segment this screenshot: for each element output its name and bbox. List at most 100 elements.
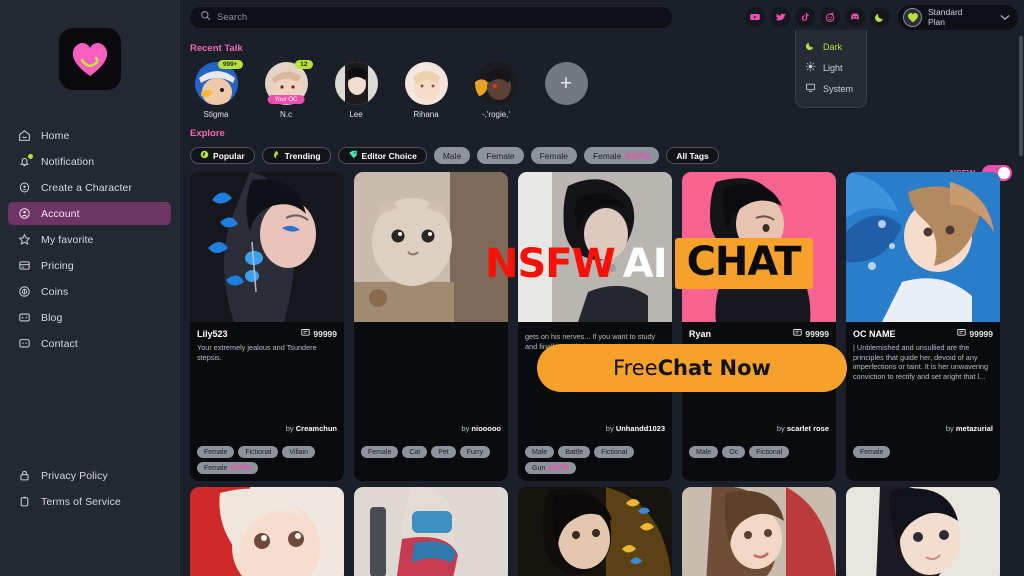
monitor-icon (805, 82, 816, 95)
filter-female-2[interactable]: Female (530, 147, 577, 164)
logo-container (0, 28, 179, 90)
card-tag[interactable]: Fictional (594, 446, 635, 458)
tag-label: Oc (729, 448, 739, 456)
filter-label: Editor Choice (361, 150, 417, 161)
card-tag[interactable]: Villain (282, 446, 315, 458)
character-card[interactable]: Ryan 99999 You've been asked to be Ryan'… (682, 172, 836, 481)
add-recent-talk[interactable]: + (542, 62, 590, 119)
sidebar-item-contact[interactable]: Contact (8, 332, 171, 355)
character-card[interactable] (846, 487, 1000, 576)
filter-all-tags[interactable]: All Tags (666, 147, 719, 164)
sidebar-item-pricing[interactable]: Pricing (8, 254, 171, 277)
plus-icon[interactable]: + (544, 62, 588, 105)
filter-female-1[interactable]: Female (477, 147, 524, 164)
tag-label: Male (532, 448, 548, 456)
recent-talk-item[interactable]: -,'rogie,' (472, 62, 520, 119)
youtube-icon[interactable] (745, 7, 765, 27)
sidebar-item-label: My favorite (41, 233, 94, 246)
character-card[interactable]: gets on his nerves... If you want to stu… (518, 172, 672, 481)
pink-heart-logo[interactable] (58, 28, 121, 90)
filter-editor-choice[interactable]: Editor Choice (337, 147, 427, 164)
your-oc-badge: Your OC (267, 95, 305, 104)
sidebar-item-coins[interactable]: Coins (8, 280, 171, 303)
sidebar-item-notification[interactable]: Notification (8, 150, 171, 173)
character-grid-row-1: Lily523 99999 Your extremely jealous and… (180, 164, 1024, 481)
clipboard-icon (18, 495, 31, 508)
filter-female-nsfw[interactable]: Female NSFW (583, 147, 660, 164)
filter-trending[interactable]: Trending (261, 147, 331, 164)
card-tag[interactable]: Female (197, 446, 235, 458)
discord-icon[interactable] (845, 7, 865, 27)
card-author: by niooooo (361, 424, 501, 433)
theme-option-system[interactable]: System (796, 78, 866, 99)
sidebar-item-privacy-policy[interactable]: Privacy Policy (8, 464, 171, 487)
free-chat-now-button[interactable]: Free Chat Now (537, 344, 847, 392)
card-tag[interactable]: Fictional (238, 446, 279, 458)
character-card[interactable] (682, 487, 836, 576)
character-card[interactable]: Lily523 99999 Your extremely jealous and… (190, 172, 344, 481)
reddit-icon[interactable] (820, 7, 840, 27)
sidebar-item-create-a-character[interactable]: Create a Character (8, 176, 171, 199)
page-scrollbar[interactable] (1019, 36, 1023, 156)
plan-line-1: Standard (928, 7, 963, 17)
sidebar-item-label: Contact (41, 337, 78, 350)
card-tag[interactable]: Male (525, 446, 555, 458)
card-tag[interactable]: Female (361, 446, 399, 458)
sidebar-item-terms-of-service[interactable]: Terms of Service (8, 490, 171, 513)
author-name: scarlet rose (786, 424, 829, 433)
card-tag[interactable]: Female (853, 446, 891, 458)
theme-option-light[interactable]: Light (796, 57, 866, 78)
card-chat-count: 99999 (957, 328, 993, 339)
twitter-icon[interactable] (770, 7, 790, 27)
recent-talk-item[interactable]: 12 Your OC N.c (262, 60, 313, 119)
card-tag[interactable]: Pet (431, 446, 456, 458)
tag-label: Fictional (756, 448, 783, 456)
card-tag[interactable]: Gun NSFW (525, 462, 576, 474)
tag-label: Female (860, 448, 884, 456)
sidebar-footer: Privacy Policy Terms of Service (0, 464, 179, 516)
card-tag[interactable]: Oc (722, 446, 746, 458)
recent-talk-item[interactable]: Lee (332, 62, 380, 119)
tiktok-icon[interactable] (795, 7, 815, 27)
card-tag[interactable]: Furry (459, 446, 491, 458)
card-tag[interactable]: Male (689, 446, 719, 458)
character-card[interactable]: OC NAME 99999 | Unblemished and unsullie… (846, 172, 1000, 481)
sidebar-item-my-favorite[interactable]: My favorite (8, 228, 171, 251)
blog-icon (18, 311, 31, 324)
plan-selector[interactable]: Standard Plan (898, 4, 1018, 30)
search-input[interactable]: Search (217, 12, 247, 23)
card-tag[interactable]: Fictional (749, 446, 790, 458)
card-tag[interactable]: Female NSFW (197, 462, 258, 474)
sidebar-item-home[interactable]: Home (8, 124, 171, 147)
moon-icon (805, 40, 816, 53)
character-card[interactable]: by niooooo Female Cat Pet Furry (354, 172, 508, 481)
character-card[interactable] (518, 487, 672, 576)
app-root: Home Notification Create a Character Acc… (0, 0, 1024, 576)
recent-talk-name: Stigma (203, 110, 229, 119)
card-tag[interactable]: Cat (402, 446, 428, 458)
card-tags: Female Cat Pet Furry (354, 446, 508, 465)
avatar-wrap: 12 Your OC (264, 60, 313, 105)
sidebar-item-account[interactable]: Account (8, 202, 171, 225)
character-card[interactable] (190, 487, 344, 576)
tag-label: Fictional (245, 448, 272, 456)
moon-theme-icon[interactable] (870, 7, 890, 27)
tag-icon (348, 150, 358, 161)
character-card[interactable] (354, 487, 508, 576)
card-tags: Male Battle Fictional Gun NSFW (518, 446, 672, 481)
theme-dropdown-menu[interactable]: Dark Light System (795, 30, 867, 108)
theme-option-dark[interactable]: Dark (796, 36, 866, 57)
recent-talk-item[interactable]: Rihana (402, 62, 450, 119)
filter-popular[interactable]: Popular (190, 147, 255, 164)
recent-talk-item[interactable]: 999+ Stigma (192, 60, 243, 119)
promo-word-ai: AI (622, 240, 668, 287)
promo-button-light-text: Free (613, 356, 658, 380)
card-tag[interactable]: Battle (558, 446, 591, 458)
chat-bubble-icon (301, 328, 311, 339)
search-bar[interactable]: Search (190, 6, 672, 28)
chevron-down-icon (1000, 8, 1010, 26)
tag-label: Female (204, 464, 228, 472)
filter-male[interactable]: Male (433, 147, 471, 164)
sidebar-item-blog[interactable]: Blog (8, 306, 171, 329)
bell-icon (18, 154, 33, 168)
